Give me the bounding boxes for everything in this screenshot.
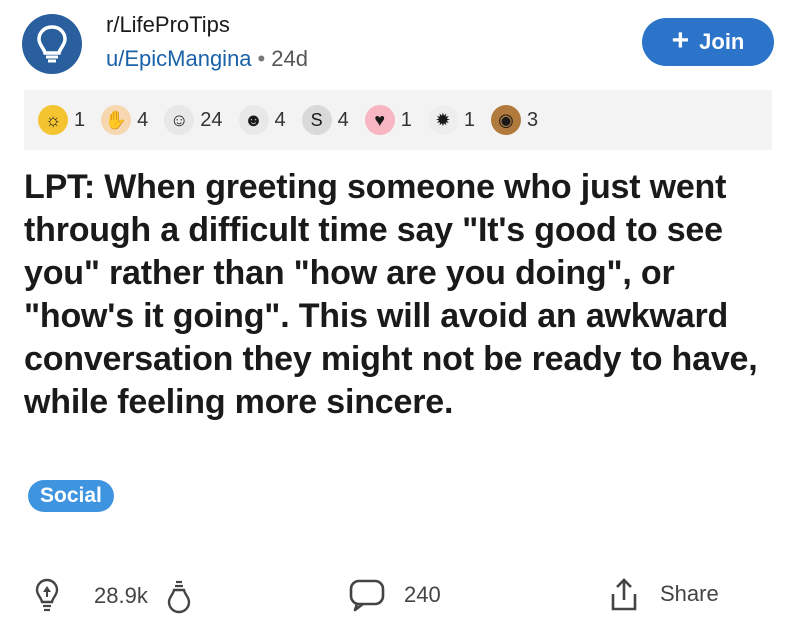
heart-award-icon: ♥ <box>364 105 395 135</box>
lightbulb-icon <box>37 25 67 63</box>
downvote-lightbulb-icon[interactable] <box>166 578 192 614</box>
award-count: 4 <box>337 108 349 131</box>
starstruck-award-icon: ✹ <box>427 105 458 135</box>
award-item[interactable]: ♥ 1 <box>364 105 412 135</box>
author-link[interactable]: u/EpicMangina <box>106 46 252 71</box>
wholesome-hug-award-icon: ☺ <box>164 105 195 135</box>
award-item[interactable]: ✹ 1 <box>427 105 475 135</box>
award-count: 1 <box>400 108 412 131</box>
silver-award-icon: S <box>301 105 332 135</box>
award-item[interactable]: ✋ 4 <box>101 105 148 135</box>
award-count: 1 <box>463 108 475 131</box>
post-title[interactable]: LPT: When greeting someone who just went… <box>24 166 776 424</box>
join-button[interactable]: + Join <box>642 18 774 66</box>
share-icon <box>611 578 637 611</box>
share-label: Share <box>660 581 719 606</box>
meta-separator: • <box>257 46 266 71</box>
plus-icon: + <box>671 23 690 57</box>
face-award-icon: ☻ <box>238 105 269 135</box>
award-count: 4 <box>137 108 149 131</box>
helpful-hand-award-icon: ✋ <box>101 105 132 135</box>
subreddit-avatar[interactable] <box>22 14 82 74</box>
upvote-lightbulb-icon <box>35 578 59 612</box>
award-item[interactable]: ☼ 1 <box>38 105 85 135</box>
bear-award-icon: ◉ <box>491 105 521 135</box>
awards-bar[interactable]: ☼ 1 ✋ 4 ☺ 24 ☻ 4 S 4 ♥ 1 ✹ 1 ◉ 3 <box>24 90 772 150</box>
award-count: 1 <box>74 108 86 131</box>
post-flair[interactable]: Social <box>28 480 114 512</box>
comment-icon <box>349 579 385 612</box>
award-count: 3 <box>527 108 539 131</box>
join-label: Join <box>699 29 745 54</box>
post-age: 24d <box>271 46 308 71</box>
upvote-count: 28.9k <box>94 583 148 608</box>
comments-button[interactable]: 240 <box>348 578 441 612</box>
award-count: 24 <box>200 108 223 131</box>
comment-count: 240 <box>404 582 441 607</box>
post-meta: u/EpicMangina • 24d <box>106 46 308 72</box>
upvote-control[interactable]: 28.9k <box>34 578 192 614</box>
award-item[interactable]: S4 <box>301 105 349 135</box>
subreddit-name[interactable]: r/LifeProTips <box>106 12 230 38</box>
post-header: r/LifeProTips u/EpicMangina • 24d + Join <box>0 0 800 88</box>
award-item[interactable]: ☺ 24 <box>164 105 223 135</box>
sun-award-icon: ☼ <box>38 105 68 135</box>
award-item[interactable]: ◉ 3 <box>491 105 538 135</box>
share-button[interactable]: Share <box>608 576 719 612</box>
award-count: 4 <box>274 108 286 131</box>
award-item[interactable]: ☻ 4 <box>238 105 286 135</box>
post-actions: 28.9k 240 Share <box>0 572 800 622</box>
